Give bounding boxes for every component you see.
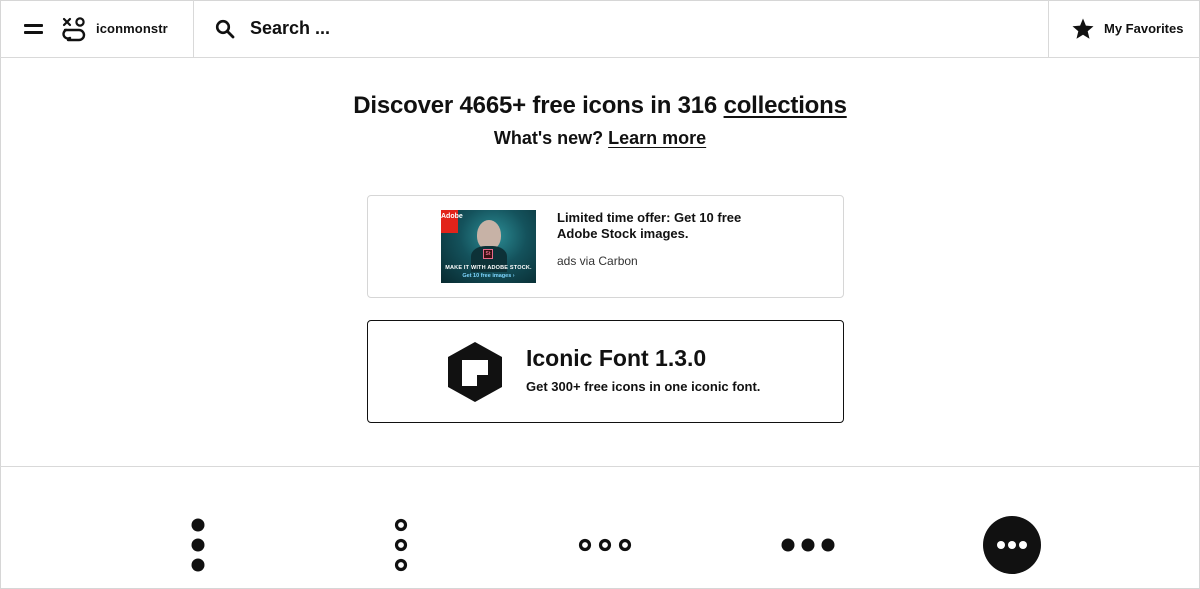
- promo-title: Iconic Font 1.3.0: [526, 345, 707, 371]
- icon-tile[interactable]: [371, 514, 431, 576]
- hero: Discover 4665+ free icons in 316 collect…: [0, 92, 1200, 149]
- menu-dot-horizontal-filled-icon: [781, 538, 835, 552]
- icon-tile[interactable]: [575, 514, 635, 576]
- icon-tile[interactable]: [778, 514, 838, 576]
- ad-via-carbon[interactable]: ads via Carbon: [557, 254, 638, 268]
- ad-image[interactable]: Adobe St MAKE IT WITH ADOBE STOCK. Get 1…: [441, 210, 536, 283]
- icon-tile[interactable]: [982, 514, 1042, 576]
- ad-image-cta: Get 10 free images ›: [462, 273, 515, 279]
- carbon-ad: Adobe St MAKE IT WITH ADOBE STOCK. Get 1…: [367, 195, 844, 298]
- search-icon[interactable]: [215, 19, 235, 39]
- menu-dot-circle-icon: [983, 516, 1041, 574]
- whats-new-line: What's new? Learn more: [0, 128, 1200, 149]
- brand-area: iconmonstr: [0, 0, 194, 57]
- favorites-button[interactable]: My Favorites: [1048, 0, 1200, 57]
- iconic-font-logo-icon: [448, 342, 502, 402]
- menu-dot-horizontal-outline-icon: [578, 538, 632, 552]
- icon-tile[interactable]: [168, 514, 228, 576]
- ad-image-tagline: MAKE IT WITH ADOBE STOCK.: [445, 265, 532, 271]
- divider: [0, 466, 1200, 467]
- page-headline: Discover 4665+ free icons in 316 collect…: [0, 92, 1200, 120]
- star-icon: [1072, 18, 1094, 39]
- headline-text: Discover 4665+ free icons in 316: [353, 92, 724, 119]
- promo-subtitle: Get 300+ free icons in one iconic font.: [526, 379, 761, 394]
- brand-name[interactable]: iconmonstr: [96, 21, 168, 36]
- favorites-label: My Favorites: [1104, 21, 1184, 36]
- adobe-logo-icon: Adobe: [441, 210, 463, 233]
- collections-link[interactable]: collections: [724, 92, 847, 119]
- menu-dot-vertical-outline-icon: [394, 518, 408, 572]
- iconmonstr-logo-icon[interactable]: [62, 16, 88, 42]
- learn-more-link[interactable]: Learn more: [608, 128, 706, 148]
- search-input[interactable]: [250, 18, 850, 39]
- iconic-font-promo[interactable]: Iconic Font 1.3.0 Get 300+ free icons in…: [367, 320, 844, 423]
- menu-icon[interactable]: [24, 22, 43, 36]
- top-bar: iconmonstr My Favorites: [0, 0, 1200, 58]
- whats-new-text: What's new?: [493, 128, 609, 148]
- adobe-stock-badge: St: [483, 249, 493, 259]
- menu-dot-vertical-filled-icon: [191, 518, 205, 572]
- search-bar: [194, 0, 1048, 57]
- ad-offer-text[interactable]: Limited time offer: Get 10 free Adobe St…: [557, 210, 777, 242]
